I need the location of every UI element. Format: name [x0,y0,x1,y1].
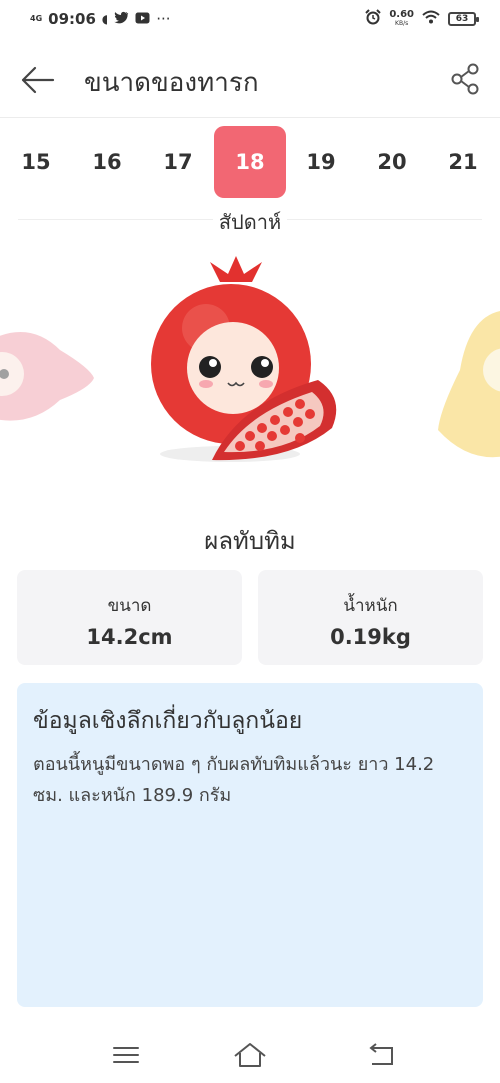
size-card: ขนาด 14.2cm [17,570,242,665]
fruit-carousel[interactable] [0,250,500,490]
twitter-icon [114,11,129,27]
weight-label: น้ำหนัก [343,596,398,616]
size-value: 14.2cm [86,625,173,649]
week-item-17[interactable]: 17 [142,126,214,198]
speed-value: 0.60 [389,8,414,20]
alarm-icon [365,9,382,28]
back-button[interactable] [20,62,56,98]
back-nav-button[interactable] [364,1040,400,1070]
system-nav-bar [0,1030,500,1083]
baby-insight-box: ข้อมูลเชิงลึกเกี่ยวกับลูกน้อย ตอนนี้หนูม… [17,683,483,1007]
week-item-16[interactable]: 16 [71,126,143,198]
insight-body: ตอนนี้หนูมีขนาดพอ ๆ กับผลทับทิมแล้วนะ ยา… [33,754,435,806]
week-item-15[interactable]: 15 [0,126,72,198]
wifi-icon [422,10,440,27]
fruit-name: ผลทับทิม [204,527,296,555]
week-item-21[interactable]: 21 [427,126,499,198]
next-fruit-image[interactable] [438,310,500,458]
notification-icon: ◖ [101,12,109,26]
week-label: สัปดาห์ [0,206,500,238]
youtube-icon [135,12,150,27]
weight-value: 0.19kg [330,625,411,649]
status-time: 09:06 [48,10,96,28]
status-bar: 4G 09:06 ◖ ··· 0.60 KB/s 63 [0,0,500,40]
speed-unit: KB/s [395,19,409,27]
home-icon [234,1043,266,1067]
insight-title: ข้อมูลเชิงลึกเกี่ยวกับลูกน้อย [33,708,303,734]
previous-fruit-image[interactable] [0,332,94,421]
more-notifications: ··· [156,10,171,28]
week-item-19[interactable]: 19 [285,126,357,198]
status-right: 0.60 KB/s 63 [365,8,479,28]
week-label-text: สัปดาห์ [212,210,288,234]
battery-indicator: 63 [448,11,479,26]
share-button[interactable] [450,62,480,96]
network-indicator: 4G [30,14,43,23]
pomegranate-image [151,256,337,462]
share-icon [451,63,479,95]
return-icon [369,1043,393,1065]
week-item-18-selected[interactable]: 18 [214,126,286,198]
week-selector: 15 16 17 18 19 20 21 [0,126,500,200]
status-left: 4G 09:06 ◖ ··· [30,10,171,28]
menu-icon [113,1047,139,1063]
home-button[interactable] [232,1040,268,1070]
app-bar: ขนาดของทารก [0,40,500,118]
back-arrow-icon [21,66,55,94]
size-label: ขนาด [107,596,152,616]
page-title: ขนาดของทารก [84,68,259,98]
menu-button[interactable] [108,1040,144,1070]
weight-card: น้ำหนัก 0.19kg [258,570,483,665]
week-item-20[interactable]: 20 [356,126,428,198]
network-speed: 0.60 KB/s [389,8,414,28]
